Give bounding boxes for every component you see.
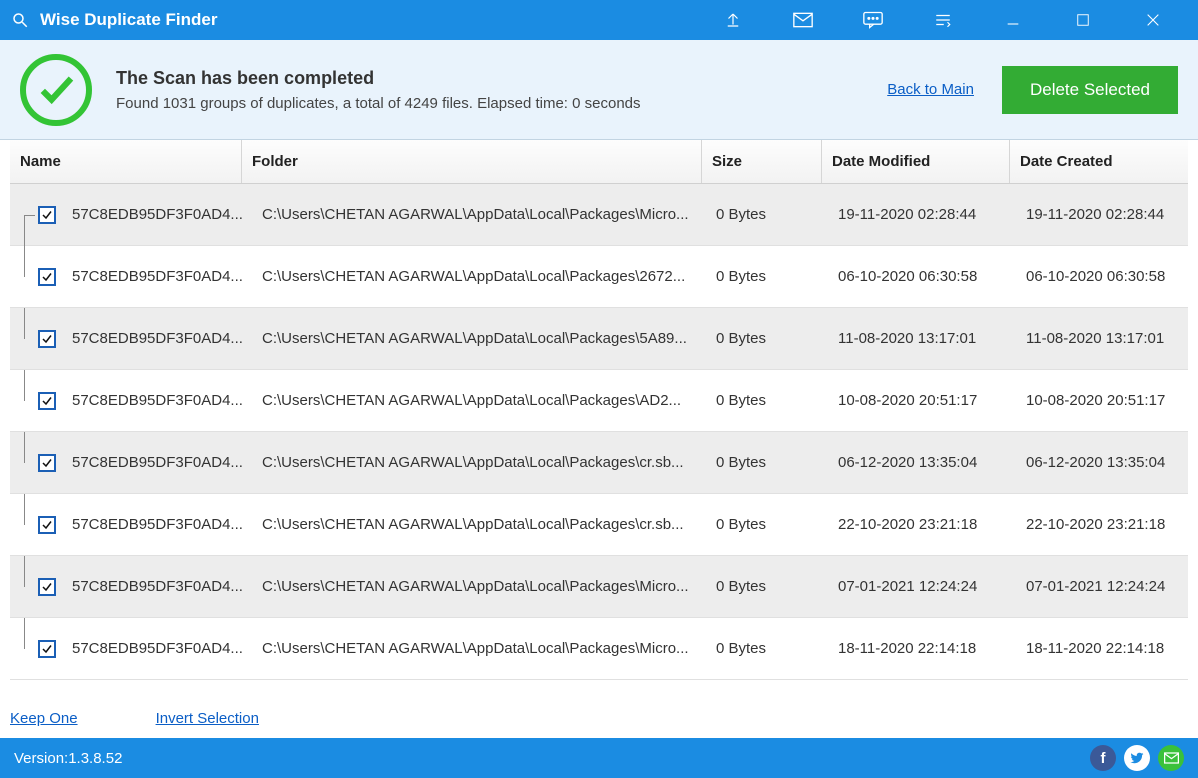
cell-modified: 18-11-2020 22:14:18 <box>832 640 1020 657</box>
cell-name: 57C8EDB95DF3F0AD4... <box>66 454 256 471</box>
cell-modified: 07-01-2021 12:24:24 <box>832 578 1020 595</box>
row-checkbox[interactable] <box>38 578 56 596</box>
row-checkbox[interactable] <box>38 392 56 410</box>
facebook-icon[interactable]: f <box>1090 745 1116 771</box>
cell-size: 0 Bytes <box>710 640 832 657</box>
row-checkbox[interactable] <box>38 330 56 348</box>
cell-folder: C:\Users\CHETAN AGARWAL\AppData\Local\Pa… <box>256 516 710 533</box>
cell-modified: 06-10-2020 06:30:58 <box>832 268 1020 285</box>
cell-name: 57C8EDB95DF3F0AD4... <box>66 330 256 347</box>
cell-created: 06-12-2020 13:35:04 <box>1020 454 1184 471</box>
tree-connector <box>24 184 38 245</box>
cell-folder: C:\Users\CHETAN AGARWAL\AppData\Local\Pa… <box>256 454 710 471</box>
cell-name: 57C8EDB95DF3F0AD4... <box>66 268 256 285</box>
column-header-modified[interactable]: Date Modified <box>822 140 1010 183</box>
cell-created: 07-01-2021 12:24:24 <box>1020 578 1184 595</box>
cell-created: 18-11-2020 22:14:18 <box>1020 640 1184 657</box>
cell-folder: C:\Users\CHETAN AGARWAL\AppData\Local\Pa… <box>256 640 710 657</box>
cell-created: 22-10-2020 23:21:18 <box>1020 516 1184 533</box>
cell-created: 06-10-2020 06:30:58 <box>1020 268 1184 285</box>
cell-modified: 10-08-2020 20:51:17 <box>832 392 1020 409</box>
table-row[interactable]: 57C8EDB95DF3F0AD4... C:\Users\CHETAN AGA… <box>10 308 1188 370</box>
row-checkbox[interactable] <box>38 268 56 286</box>
menu-icon[interactable] <box>908 0 978 40</box>
column-header-size[interactable]: Size <box>702 140 822 183</box>
cell-folder: C:\Users\CHETAN AGARWAL\AppData\Local\Pa… <box>256 206 710 223</box>
cell-size: 0 Bytes <box>710 578 832 595</box>
table-row[interactable]: 57C8EDB95DF3F0AD4... C:\Users\CHETAN AGA… <box>10 618 1188 680</box>
cell-created: 19-11-2020 02:28:44 <box>1020 206 1184 223</box>
cell-modified: 11-08-2020 13:17:01 <box>832 330 1020 347</box>
banner-heading: The Scan has been completed <box>116 68 641 89</box>
mail-icon[interactable] <box>768 0 838 40</box>
table-row[interactable]: 57C8EDB95DF3F0AD4... C:\Users\CHETAN AGA… <box>10 370 1188 432</box>
row-checkbox[interactable] <box>38 454 56 472</box>
cell-modified: 06-12-2020 13:35:04 <box>832 454 1020 471</box>
titlebar: Wise Duplicate Finder <box>0 0 1198 40</box>
email-icon[interactable] <box>1158 745 1184 771</box>
invert-selection-link[interactable]: Invert Selection <box>156 710 259 727</box>
delete-selected-button[interactable]: Delete Selected <box>1002 66 1178 114</box>
row-checkbox[interactable] <box>38 206 56 224</box>
row-checkbox[interactable] <box>38 640 56 658</box>
cell-name: 57C8EDB95DF3F0AD4... <box>66 640 256 657</box>
tree-connector <box>24 432 38 493</box>
column-header-created[interactable]: Date Created <box>1010 140 1178 183</box>
cell-name: 57C8EDB95DF3F0AD4... <box>66 392 256 409</box>
column-header-row: Name Folder Size Date Modified Date Crea… <box>10 140 1188 184</box>
minimize-icon[interactable] <box>978 0 1048 40</box>
version-label: Version:1.3.8.52 <box>14 750 122 767</box>
tree-connector <box>24 370 38 431</box>
cell-size: 0 Bytes <box>710 392 832 409</box>
cell-modified: 22-10-2020 23:21:18 <box>832 516 1020 533</box>
cell-size: 0 Bytes <box>710 516 832 533</box>
tree-connector <box>24 494 38 555</box>
keep-one-link[interactable]: Keep One <box>10 710 78 727</box>
cell-created: 11-08-2020 13:17:01 <box>1020 330 1184 347</box>
cell-folder: C:\Users\CHETAN AGARWAL\AppData\Local\Pa… <box>256 330 710 347</box>
column-header-name[interactable]: Name <box>10 140 242 183</box>
success-check-icon <box>20 54 92 126</box>
cell-size: 0 Bytes <box>710 206 832 223</box>
back-to-main-link[interactable]: Back to Main <box>887 81 974 98</box>
rows-container[interactable]: 57C8EDB95DF3F0AD4... C:\Users\CHETAN AGA… <box>10 184 1188 698</box>
cell-size: 0 Bytes <box>710 454 832 471</box>
cell-folder: C:\Users\CHETAN AGARWAL\AppData\Local\Pa… <box>256 392 710 409</box>
cell-size: 0 Bytes <box>710 268 832 285</box>
close-icon[interactable] <box>1118 0 1188 40</box>
table-row[interactable]: 57C8EDB95DF3F0AD4... C:\Users\CHETAN AGA… <box>10 184 1188 246</box>
cell-name: 57C8EDB95DF3F0AD4... <box>66 578 256 595</box>
tree-connector <box>24 556 38 617</box>
row-checkbox[interactable] <box>38 516 56 534</box>
table-row[interactable]: 57C8EDB95DF3F0AD4... C:\Users\CHETAN AGA… <box>10 246 1188 308</box>
tree-connector <box>24 308 38 369</box>
app-icon <box>10 10 30 30</box>
cell-name: 57C8EDB95DF3F0AD4... <box>66 516 256 533</box>
maximize-icon[interactable] <box>1048 0 1118 40</box>
cell-created: 10-08-2020 20:51:17 <box>1020 392 1184 409</box>
table-row[interactable]: 57C8EDB95DF3F0AD4... C:\Users\CHETAN AGA… <box>10 494 1188 556</box>
banner-subtext: Found 1031 groups of duplicates, a total… <box>116 95 641 112</box>
cell-size: 0 Bytes <box>710 330 832 347</box>
upgrade-icon[interactable] <box>698 0 768 40</box>
app-title: Wise Duplicate Finder <box>40 10 217 30</box>
cell-modified: 19-11-2020 02:28:44 <box>832 206 1020 223</box>
action-links: Keep One Invert Selection <box>0 698 1198 738</box>
cell-folder: C:\Users\CHETAN AGARWAL\AppData\Local\Pa… <box>256 268 710 285</box>
feedback-icon[interactable] <box>838 0 908 40</box>
column-header-folder[interactable]: Folder <box>242 140 702 183</box>
table-row[interactable]: 57C8EDB95DF3F0AD4... C:\Users\CHETAN AGA… <box>10 556 1188 618</box>
cell-name: 57C8EDB95DF3F0AD4... <box>66 206 256 223</box>
tree-connector <box>24 618 38 679</box>
twitter-icon[interactable] <box>1124 745 1150 771</box>
results-table: Name Folder Size Date Modified Date Crea… <box>0 140 1198 698</box>
result-banner: The Scan has been completed Found 1031 g… <box>0 40 1198 140</box>
cell-folder: C:\Users\CHETAN AGARWAL\AppData\Local\Pa… <box>256 578 710 595</box>
tree-connector <box>24 246 38 307</box>
table-row[interactable]: 57C8EDB95DF3F0AD4... C:\Users\CHETAN AGA… <box>10 432 1188 494</box>
statusbar: Version:1.3.8.52 f <box>0 738 1198 778</box>
